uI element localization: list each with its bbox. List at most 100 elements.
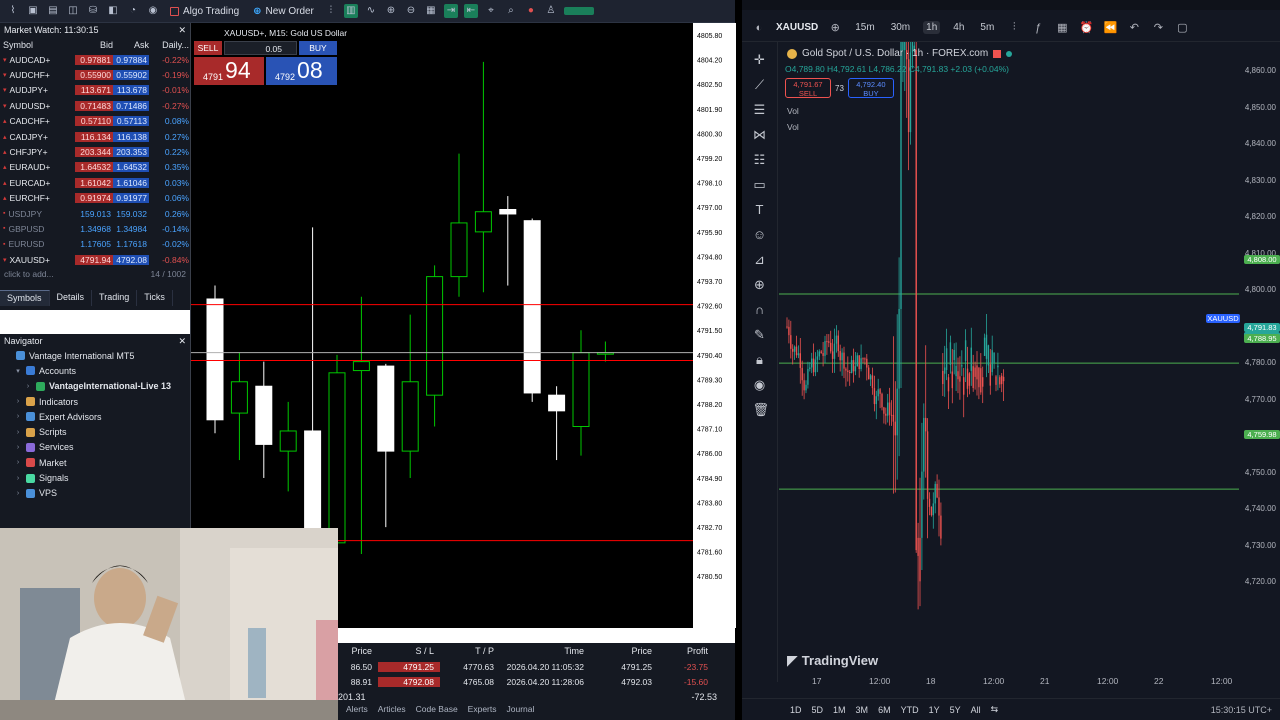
col-bid[interactable]: Bid [75,40,113,50]
chart-shift-icon[interactable]: ⇤ [463,4,478,18]
expand-caret-icon[interactable]: ▾ [14,367,22,375]
zoom-in-icon[interactable]: ⊕ [384,4,398,18]
algo-trading-button[interactable]: Algo Trading [166,2,243,20]
bar-chart-icon[interactable]: ⫶ [324,4,338,18]
menu-icon[interactable]: ◐ [752,22,766,34]
navigator-item[interactable]: › Market [0,455,190,470]
tf-5m[interactable]: 5m [977,21,997,34]
navigator-item[interactable]: Vantage International MT5 [0,348,190,363]
market-watch-row[interactable]: ▾ AUDUSD+ 0.71483 0.71486 -0.27% [0,98,190,113]
account-icon[interactable]: ♙ [544,4,558,18]
tab-trading[interactable]: Trading [92,290,138,306]
tab-journal[interactable]: Journal [507,704,535,714]
tv-time-axis[interactable]: 17 12:00 18 12:00 21 12:00 22 12:00 [779,676,1280,690]
lock-icon[interactable]: 🔒︎ [753,352,767,368]
search-icon[interactable]: ⌕ [504,4,518,18]
ide-icon[interactable]: ◧ [106,4,120,18]
tv-sell-button[interactable]: 4,791.67 SELL [785,78,831,98]
trash-icon[interactable]: 🗑︎ [753,402,770,418]
col-ask[interactable]: Ask [113,40,149,50]
col-symbol[interactable]: Symbol [3,40,75,50]
market-watch-row[interactable]: ▴ EURCHF+ 0.91974 0.91977 0.06% [0,191,190,206]
navigator-item[interactable]: ▾ Accounts [0,363,190,378]
text-icon[interactable]: T [753,202,767,218]
candle-type-icon[interactable]: ⫶ [1007,21,1021,34]
range-6m[interactable]: 6M [878,705,891,715]
eye-icon[interactable]: ◉ [753,377,767,393]
tile-icon[interactable]: ▦ [424,4,438,18]
tv-buy-button[interactable]: 4,792.40 BUY [847,78,894,98]
col-time[interactable]: Time [500,646,590,656]
close-icon[interactable]: ✕ [178,25,186,36]
expand-caret-icon[interactable]: › [14,429,22,436]
sell-button[interactable]: SELL [194,41,222,55]
expand-caret-icon[interactable]: › [14,398,22,405]
market-watch-row[interactable]: ▴ CADCHF+ 0.57110 0.57113 0.08% [0,114,190,129]
crosshair-icon[interactable]: ✛ [753,52,767,68]
market-watch-row[interactable]: ▴ EURAUD+ 1.64532 1.64532 0.35% [0,160,190,175]
tv-chart[interactable]: Gold Spot / U.S. Dollar · 1h · FOREX.com… [779,0,1280,674]
tab-ticks[interactable]: Ticks [137,290,173,306]
tab-details[interactable]: Details [50,290,93,306]
expand-caret-icon[interactable]: › [14,490,22,497]
stay-drawing-icon[interactable]: ✎ [753,327,767,343]
tab-experts[interactable]: Experts [468,704,497,714]
navigator-item[interactable]: › Scripts [0,424,190,439]
expand-caret-icon[interactable]: › [14,413,22,420]
col-sl[interactable]: S / L [378,646,440,656]
market-watch-row[interactable]: ▴ CHFJPY+ 203.344 203.353 0.22% [0,144,190,159]
market-watch-row[interactable]: ▾ AUDCAD+ 0.97881 0.97884 -0.22% [0,52,190,67]
autoscroll-icon[interactable]: ⇥ [443,4,458,18]
vps-icon[interactable]: ◉ [146,4,160,18]
buy-button[interactable]: BUY [299,41,337,55]
buy-price-button[interactable]: 4792 08 [266,57,337,85]
tv-candlestick-chart[interactable] [779,0,1239,674]
new-chart-icon[interactable]: ▣ [26,4,40,18]
col-daily[interactable]: Daily... [149,40,189,50]
market-watch-row[interactable]: ▪ GBPUSD 1.34968 1.34984 -0.14% [0,221,190,236]
market-watch-row[interactable]: ▾ XAUUSD+ 4791.94 4792.08 -0.84% [0,252,190,267]
trend-line-icon[interactable]: ⟋ [753,77,767,93]
range-all[interactable]: All [971,705,981,715]
navigator-item[interactable]: › Signals [0,470,190,485]
crosshair-icon[interactable]: ⌖ [484,4,498,18]
signals-icon[interactable]: ◔ [126,4,140,18]
range-3m[interactable]: 3M [856,705,869,715]
tf-4h[interactable]: 4h [950,21,967,34]
market-watch-row[interactable]: ▪ EURUSD 1.17605 1.17618 -0.02% [0,237,190,252]
new-order-button[interactable]: ⊕ New Order [249,2,318,20]
tf-15m[interactable]: 15m [852,21,877,34]
range-1y[interactable]: 1Y [929,705,940,715]
navigator-item[interactable]: › VantageInternational-Live 13 [0,379,190,394]
pattern-icon[interactable]: ⋈ [753,127,767,143]
tv-vol-indicator-2[interactable]: Vol [787,122,799,132]
market-watch-row[interactable]: ▴ EURCAD+ 1.61042 1.61046 0.03% [0,175,190,190]
indicators-icon[interactable]: ƒ [1031,22,1045,34]
market-watch-row[interactable]: ▾ AUDCHF+ 0.55900 0.55902 -0.19% [0,67,190,82]
fib-icon[interactable]: ☰ [753,102,767,118]
range-5d[interactable]: 5D [812,705,824,715]
expand-caret-icon[interactable]: › [14,475,22,482]
market-watch-row[interactable]: ▪ USDJPY 159.013 159.032 0.26% [0,206,190,221]
chart-type-icon[interactable]: ⌇ [6,4,20,18]
zoom-icon[interactable]: ⊕ [753,277,767,293]
expand-caret-icon[interactable]: › [24,383,32,390]
market-watch-row[interactable]: ▴ CADJPY+ 116.134 116.138 0.27% [0,129,190,144]
range-1m[interactable]: 1M [833,705,846,715]
emoji-icon[interactable]: ☺ [753,227,767,243]
templates-icon[interactable]: ◫ [66,4,80,18]
tab-symbols[interactable]: Symbols [0,290,50,306]
candles-icon[interactable]: ▥ [343,4,358,18]
calendar-icon[interactable]: ⇆ [991,704,999,715]
col-profit[interactable]: Profit [658,646,714,656]
redo-icon[interactable]: ↷ [1151,21,1165,34]
notification-icon[interactable]: ● [524,4,538,18]
navigator-item[interactable]: › Services [0,440,190,455]
magnet-icon[interactable]: ∩ [753,302,767,318]
col-price[interactable]: Price [590,646,658,656]
navigator-item[interactable]: › Indicators [0,394,190,409]
market-icon[interactable]: ⛁ [86,4,100,18]
shapes-icon[interactable]: ▭ [753,177,767,193]
tab-articles[interactable]: Articles [378,704,406,714]
tab-alerts[interactable]: Alerts [346,704,368,714]
